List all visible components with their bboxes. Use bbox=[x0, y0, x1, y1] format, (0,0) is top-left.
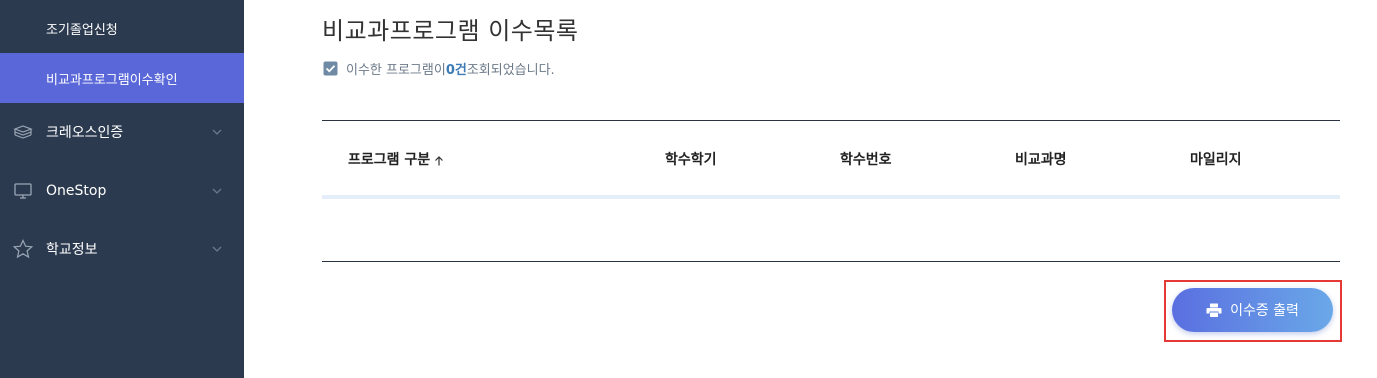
sort-arrow-up-icon[interactable] bbox=[433, 155, 445, 167]
sidebar-item-label: 학교정보 bbox=[46, 242, 98, 258]
sidebar-item-creos-certification[interactable]: 크레오스인증 bbox=[0, 110, 244, 154]
star-icon bbox=[12, 239, 34, 259]
sidebar-subitem-extracurricular-check[interactable]: 비교과프로그램이수확인 bbox=[0, 53, 244, 103]
chevron-down-icon bbox=[212, 188, 222, 194]
sidebar-subitem-early-graduation[interactable]: 조기졸업신청 bbox=[0, 3, 244, 53]
sidebar-subitem-label: 조기졸업신청 bbox=[46, 22, 118, 38]
sidebar: 조기졸업신청 비교과프로그램이수확인 크레오스인증 OneStop 학교정보 bbox=[0, 0, 244, 378]
books-icon bbox=[13, 125, 33, 139]
column-header-program-type[interactable]: 프로그램 구분 bbox=[348, 149, 445, 169]
sidebar-subitem-label: 비교과프로그램이수확인 bbox=[46, 72, 178, 88]
result-count: 0건 bbox=[445, 62, 467, 78]
chevron-down-icon bbox=[212, 129, 222, 135]
page-title: 비교과프로그램 이수목록 bbox=[322, 17, 579, 45]
result-summary: 이수한 프로그램이 0건 조회되었습니다. bbox=[323, 59, 555, 78]
column-header-program-name[interactable]: 비교과명 bbox=[1015, 149, 1067, 169]
table-header-underline bbox=[322, 195, 1340, 199]
table-header: 프로그램 구분 학수학기 학수번호 비교과명 마일리지 bbox=[322, 121, 1340, 195]
checkbox-checked-icon bbox=[323, 61, 338, 75]
result-summary-suffix: 조회되었습니다. bbox=[466, 62, 555, 78]
column-header-label: 프로그램 구분 bbox=[348, 152, 431, 168]
monitor-icon bbox=[14, 183, 32, 199]
printer-icon bbox=[1206, 303, 1222, 317]
table-bottom-border bbox=[322, 261, 1340, 262]
column-header-mileage[interactable]: 마일리지 bbox=[1190, 149, 1242, 169]
sidebar-item-onestop[interactable]: OneStop bbox=[0, 169, 244, 213]
column-header-semester[interactable]: 학수학기 bbox=[665, 149, 717, 169]
column-header-course-number[interactable]: 학수번호 bbox=[840, 149, 892, 169]
sidebar-item-label: 크레오스인증 bbox=[46, 125, 124, 141]
print-button-label: 이수증 출력 bbox=[1230, 303, 1299, 319]
sidebar-item-label: OneStop bbox=[46, 183, 107, 199]
print-certificate-button[interactable]: 이수증 출력 bbox=[1172, 288, 1333, 332]
result-summary-prefix: 이수한 프로그램이 bbox=[346, 62, 446, 78]
chevron-down-icon bbox=[212, 246, 222, 252]
sidebar-item-school-info[interactable]: 학교정보 bbox=[0, 227, 244, 271]
